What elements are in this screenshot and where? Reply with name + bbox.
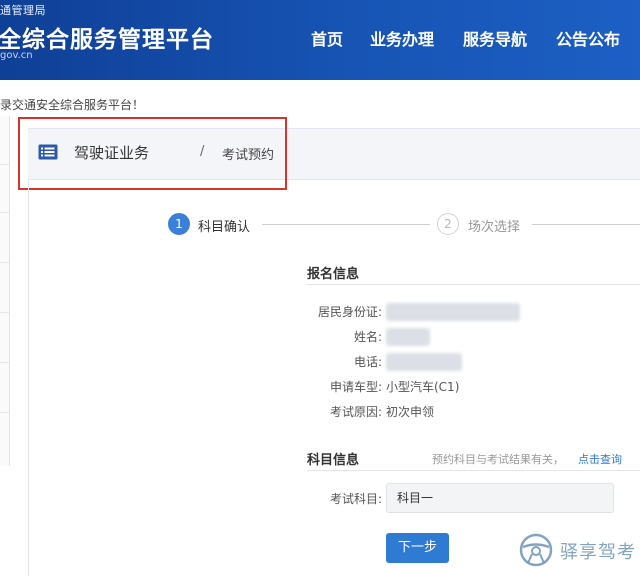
check-results-link[interactable]: 点击查询 <box>578 451 622 467</box>
site-domain: gov.cn <box>0 50 33 61</box>
subject-hint: 预约科目与考试结果有关， <box>432 453 564 466</box>
id-card-value-redacted <box>386 303 520 321</box>
content-border <box>28 180 29 576</box>
sidebar-divider <box>0 312 10 313</box>
steering-wheel-icon <box>519 533 553 567</box>
main-nav: 首页 业务办理 服务导航 公告公布 <box>0 26 640 50</box>
watermark-text: 驿享驾考 <box>560 542 636 563</box>
nav-service-guide[interactable]: 服务导航 <box>463 26 527 50</box>
nav-business[interactable]: 业务办理 <box>370 26 434 50</box>
sidebar-divider <box>0 212 10 213</box>
exam-reason-value: 初次申领 <box>386 405 435 419</box>
step-connector <box>532 224 640 225</box>
site-header: 通管理局 全综合服务管理平台 gov.cn 首页 业务办理 服务导航 公告公布 <box>0 0 640 80</box>
sidebar-divider <box>0 262 10 263</box>
vehicle-type-value: 小型汽车(C1) <box>386 380 460 394</box>
subject-title: 科目信息 <box>307 453 360 468</box>
vehicle-type-label: 申请车型: <box>329 380 382 394</box>
exam-subject-select[interactable]: 科目一 <box>386 483 614 513</box>
section-divider <box>307 284 640 285</box>
welcome-text: 录交通安全综合服务平台！ <box>0 98 145 112</box>
step-connector <box>262 224 430 225</box>
step-2-label: 场次选择 <box>468 220 521 235</box>
phone-label: 电话: <box>353 355 382 369</box>
step-1-number: 1 <box>168 213 190 235</box>
name-value-redacted <box>386 328 430 346</box>
step-1-label: 科目确认 <box>198 220 251 235</box>
highlight-box <box>18 117 287 190</box>
sidebar-divider <box>0 412 10 413</box>
registration-title: 报名信息 <box>307 267 360 282</box>
section-divider <box>307 470 640 471</box>
phone-value-redacted <box>386 353 462 371</box>
name-label: 姓名: <box>353 330 382 344</box>
sidebar-divider <box>0 164 10 165</box>
nav-announcements[interactable]: 公告公布 <box>556 26 620 50</box>
exam-reason-label: 考试原因: <box>329 405 382 419</box>
nav-home[interactable]: 首页 <box>311 26 343 50</box>
sidebar <box>0 116 10 466</box>
exam-subject-label: 考试科目: <box>329 492 382 506</box>
step-2-number: 2 <box>437 213 459 235</box>
org-name: 通管理局 <box>0 4 46 17</box>
sidebar-divider <box>0 362 10 363</box>
id-card-label: 居民身份证: <box>317 305 382 319</box>
next-step-button[interactable]: 下一步 <box>386 533 449 563</box>
